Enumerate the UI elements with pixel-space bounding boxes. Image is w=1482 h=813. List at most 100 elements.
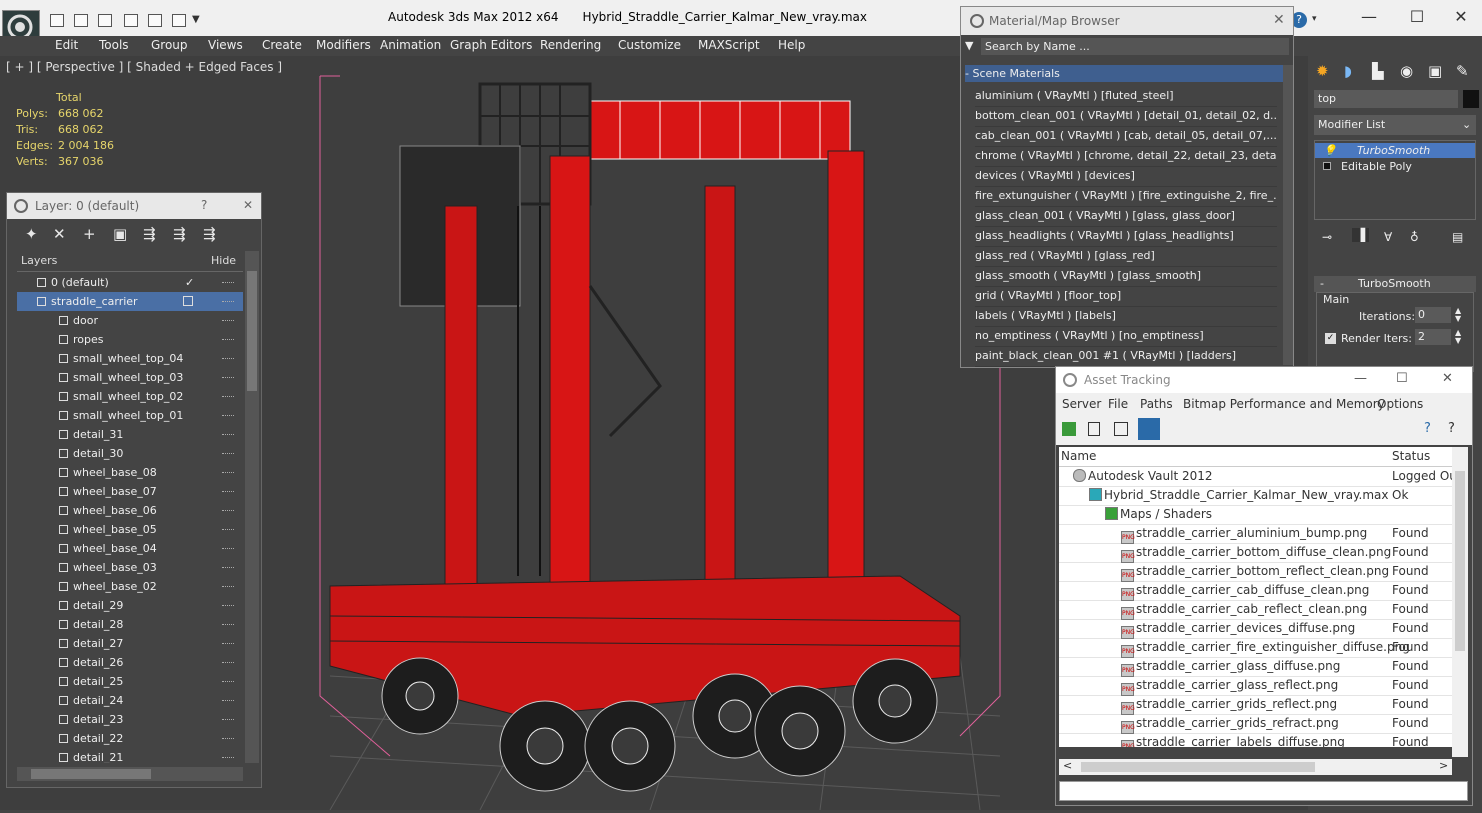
asset-hscroll-thumb[interactable] [1081, 762, 1315, 772]
layer-row[interactable]: detail_28 [17, 615, 243, 634]
modify-tab-icon[interactable]: ◗ [1344, 62, 1352, 80]
create-layer-icon[interactable]: ✦ [25, 225, 38, 243]
render-iters-spinner-arrows[interactable]: ▲ ▼ [1455, 329, 1461, 345]
material-item[interactable]: bottom_clean_001 ( VRayMtl ) [detail_01,… [975, 106, 1277, 127]
hide-toggle[interactable] [222, 396, 234, 397]
hide-toggle[interactable] [222, 377, 234, 378]
hide-toggle[interactable] [222, 586, 234, 587]
expand-icon[interactable] [1323, 162, 1331, 170]
hide-all-icon[interactable]: ⇶ [173, 225, 186, 243]
display-tab-icon[interactable]: ▣ [1428, 62, 1442, 80]
open-file-icon[interactable] [74, 14, 88, 27]
show-end-result-icon[interactable]: ▐ [1352, 228, 1370, 242]
menu-customize[interactable]: Customize [618, 38, 681, 52]
material-item[interactable]: aluminium ( VRayMtl ) [fluted_steel] [975, 86, 1277, 107]
asset-vscrollbar[interactable] [1452, 447, 1468, 757]
asset-row[interactable]: PNGstraddle_carrier_bottom_diffuse_clean… [1059, 543, 1452, 563]
redo-icon[interactable] [148, 14, 162, 27]
remove-modifier-icon[interactable]: ♁ [1410, 230, 1419, 244]
hide-toggle[interactable] [222, 415, 234, 416]
layer-row[interactable]: detail_31 [17, 425, 243, 444]
hide-toggle[interactable] [222, 339, 234, 340]
menu-rendering[interactable]: Rendering [540, 38, 601, 52]
asset-row[interactable]: PNGstraddle_carrier_devices_diffuse.png F… [1059, 619, 1452, 639]
layer-row[interactable]: wheel_base_03 [17, 558, 243, 577]
asset-vscroll-thumb[interactable] [1455, 471, 1465, 651]
material-item[interactable]: labels ( VRayMtl ) [labels] [975, 306, 1277, 327]
add-to-layer-icon[interactable]: + [83, 225, 96, 243]
menu-animation[interactable]: Animation [380, 38, 441, 52]
hide-toggle[interactable] [222, 434, 234, 435]
hide-toggle[interactable] [222, 662, 234, 663]
asset-maximize-button[interactable]: ☐ [1396, 371, 1408, 386]
modifier-list-dropdown[interactable]: Modifier List ⌄ [1314, 115, 1476, 135]
asset-close-button[interactable]: ✕ [1442, 371, 1453, 386]
close-button[interactable]: ✕ [1438, 4, 1482, 30]
utilities-tab-icon[interactable]: ✎ [1456, 62, 1469, 80]
asset-row[interactable]: Hybrid_Straddle_Carrier_Kalmar_New_vray.… [1059, 486, 1452, 506]
hide-toggle[interactable] [222, 548, 234, 549]
object-color-swatch[interactable] [1463, 90, 1479, 108]
asset-menu-bitmap-performance[interactable]: Bitmap Performance and Memory [1183, 397, 1385, 411]
menu-help[interactable]: Help [778, 38, 805, 52]
material-item[interactable]: glass_clean_001 ( VRayMtl ) [glass, glas… [975, 206, 1277, 227]
hide-toggle[interactable] [222, 738, 234, 739]
project-folder-icon[interactable] [172, 14, 186, 27]
table-view-icon[interactable] [1138, 418, 1160, 440]
configure-sets-icon[interactable]: ▤ [1452, 230, 1463, 244]
material-item[interactable]: grid ( VRayMtl ) [floor_top] [975, 286, 1277, 307]
set-current-layer-icon[interactable] [183, 296, 193, 306]
asset-row[interactable]: PNGstraddle_carrier_aluminium_bump.png Fo… [1059, 524, 1452, 544]
quick-access-dropdown-icon[interactable]: ▼ [192, 14, 200, 25]
material-item[interactable]: fire_extunguisher ( VRayMtl ) [fire_exti… [975, 186, 1277, 207]
list-view-icon[interactable] [1088, 422, 1100, 436]
hide-toggle[interactable] [222, 700, 234, 701]
help-dropdown-icon[interactable]: ▾ [1312, 14, 1317, 24]
stack-item-turbosmooth[interactable]: 💡 TurboSmooth [1315, 143, 1475, 158]
hierarchy-tab-icon[interactable]: ▙ [1372, 62, 1384, 80]
browser-options-icon[interactable]: ▼ [965, 39, 973, 52]
create-tab-icon[interactable]: ✹ [1316, 62, 1329, 80]
asset-minimize-button[interactable]: — [1354, 371, 1367, 386]
col-hide[interactable]: Hide [211, 254, 236, 267]
asset-menu-file[interactable]: File [1108, 397, 1128, 411]
material-item[interactable]: glass_red ( VRayMtl ) [glass_red] [975, 246, 1277, 267]
asset-row[interactable]: Autodesk Vault 2012 Logged Ou [1059, 467, 1452, 487]
lightbulb-icon[interactable]: 💡 [1323, 143, 1337, 158]
hide-toggle[interactable] [222, 491, 234, 492]
hide-toggle[interactable] [222, 567, 234, 568]
hide-toggle[interactable] [222, 624, 234, 625]
menu-views[interactable]: Views [208, 38, 243, 52]
layer-row[interactable]: wheel_base_08 [17, 463, 243, 482]
col-status[interactable]: Status [1392, 447, 1430, 466]
undo-icon[interactable] [124, 14, 138, 27]
freeze-all-icon[interactable]: ⇶ [203, 225, 216, 243]
viewport-label[interactable]: [ + ] [ Perspective ] [ Shaded + Edged F… [6, 60, 282, 74]
layer-row[interactable]: detail_29 [17, 596, 243, 615]
layer-row[interactable]: wheel_base_07 [17, 482, 243, 501]
highlight-selected-icon[interactable]: ⇶ [143, 225, 156, 243]
thumbnail-view-icon[interactable] [1114, 422, 1128, 436]
layer-row[interactable]: straddle_carrier [17, 292, 243, 311]
asset-menu-paths[interactable]: Paths [1140, 397, 1173, 411]
hide-toggle[interactable] [222, 529, 234, 530]
asset-row[interactable]: PNGstraddle_carrier_cab_reflect_clean.pn… [1059, 600, 1452, 620]
hide-toggle[interactable] [222, 453, 234, 454]
asset-hscrollbar[interactable]: < > [1059, 759, 1452, 775]
material-search-input[interactable]: Search by Name ... [981, 38, 1289, 55]
asset-row[interactable]: PNGstraddle_carrier_grids_reflect.png Fou… [1059, 695, 1452, 715]
asset-path-field[interactable] [1059, 781, 1468, 801]
material-item[interactable]: paint_black_clean_001 #1 ( VRayMtl ) [la… [975, 346, 1277, 367]
render-iters-checkbox[interactable]: ✓ [1325, 333, 1336, 344]
layer-row[interactable]: detail_24 [17, 691, 243, 710]
col-layers[interactable]: Layers [21, 254, 57, 267]
layer-scrollbar[interactable] [245, 251, 259, 763]
layer-row[interactable]: detail_25 [17, 672, 243, 691]
layer-row[interactable]: small_wheel_top_02 [17, 387, 243, 406]
iterations-spinner[interactable]: 0 [1415, 307, 1451, 323]
layer-row[interactable]: small_wheel_top_03 [17, 368, 243, 387]
current-layer-checkmark-icon[interactable]: ✓ [185, 273, 194, 292]
menu-tools[interactable]: Tools [99, 38, 129, 52]
make-unique-icon[interactable]: ∀ [1384, 230, 1392, 244]
scroll-left-icon[interactable]: < [1063, 759, 1072, 772]
